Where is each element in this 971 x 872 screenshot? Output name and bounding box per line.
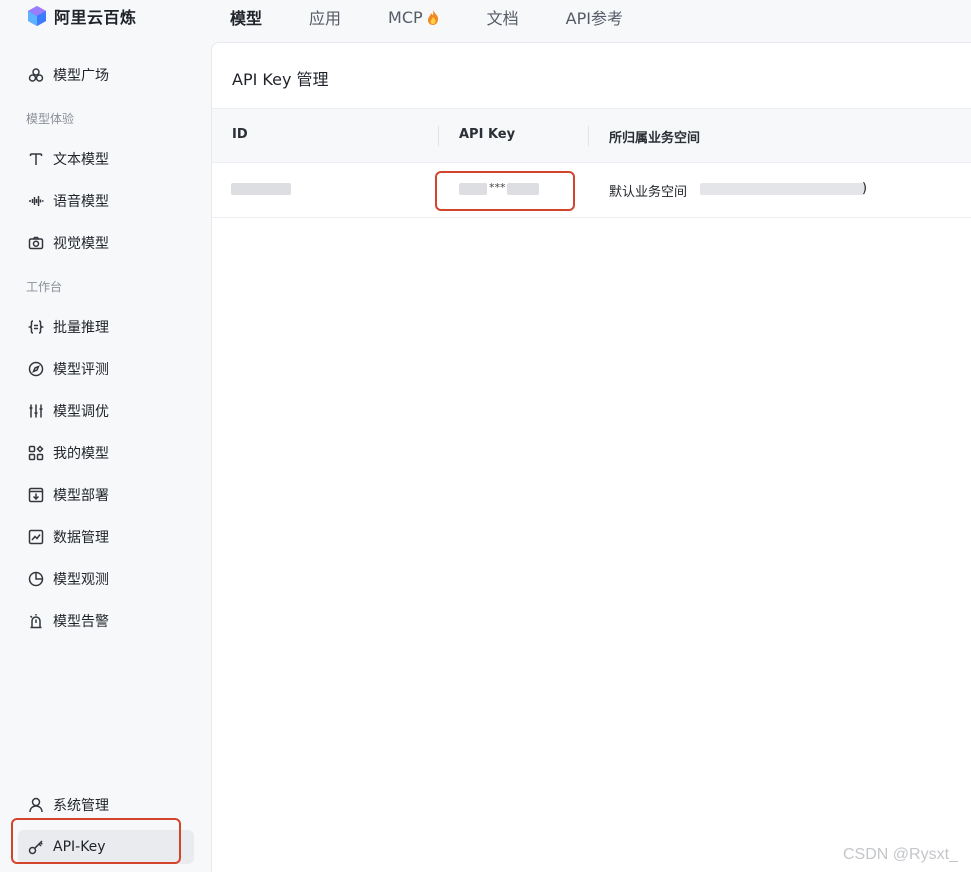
brand[interactable]: 阿里云百炼: [26, 4, 137, 28]
brand-name: 阿里云百炼: [54, 8, 137, 27]
sidebar-item-label: 系统管理: [53, 798, 109, 814]
topnav-api-reference[interactable]: API参考: [566, 5, 623, 29]
alarm-icon: [27, 612, 45, 630]
grid-icon: [27, 444, 45, 462]
sidebar-item-system-management[interactable]: 系统管理: [18, 788, 194, 822]
main-panel: API Key 管理 ID API Key 所归属业务空间 *** 默认业务空间…: [211, 42, 971, 872]
table-header: ID API Key 所归属业务空间: [212, 108, 971, 163]
user-icon: [27, 796, 45, 814]
sidebar-item-model-deploy[interactable]: 模型部署: [18, 478, 194, 512]
sidebar-item-model-alarm[interactable]: 模型告警: [18, 604, 194, 638]
sidebar-item-text-model[interactable]: 文本模型: [18, 142, 194, 176]
pie-icon: [27, 570, 45, 588]
text-icon: [27, 150, 45, 168]
sidebar-item-label: 语音模型: [53, 194, 109, 210]
sidebar-item-audio-model[interactable]: 语音模型: [18, 184, 194, 218]
workspace-suffix: ): [862, 181, 868, 196]
sidebar-item-label: 我的模型: [53, 446, 109, 462]
sidebar-item-label: 模型部署: [53, 488, 109, 504]
redacted-key-suffix: [507, 183, 539, 195]
column-divider: [438, 126, 439, 146]
compass-icon: [27, 360, 45, 378]
sidebar-item-batch-inference[interactable]: 批量推理: [18, 310, 194, 344]
sidebar-item-model-tuning[interactable]: 模型调优: [18, 394, 194, 428]
sidebar-item-data-management[interactable]: 数据管理: [18, 520, 194, 554]
audio-wave-icon: [27, 192, 45, 210]
sidebar-item-label: 数据管理: [53, 530, 109, 546]
sidebar-item-label: 文本模型: [53, 152, 109, 168]
chart-icon: [27, 528, 45, 546]
sidebar-item-label: 模型调优: [53, 404, 109, 420]
sidebar-group-title: 模型体验: [26, 112, 75, 126]
redacted-workspace-id: [700, 183, 865, 195]
page-title: API Key 管理: [232, 70, 329, 89]
camera-icon: [27, 234, 45, 252]
redacted-key-prefix: [459, 183, 487, 195]
sidebar-item-label: 模型评测: [53, 362, 109, 378]
sidebar-group-title: 工作台: [26, 280, 63, 294]
watermark: CSDN @Rysxt_: [843, 846, 958, 863]
topnav-apps[interactable]: 应用: [309, 5, 341, 29]
column-divider: [588, 126, 589, 146]
sidebar-item-model-square[interactable]: 模型广场: [18, 58, 194, 92]
topnav-models[interactable]: 模型: [230, 5, 262, 29]
top-bar: 阿里云百炼 模型 应用 MCP 文档 API参考: [0, 0, 971, 40]
brand-logo-icon: [28, 6, 46, 26]
sliders-icon: [27, 402, 45, 420]
cluster-icon: [27, 66, 45, 84]
sidebar-item-label: 模型观测: [53, 572, 109, 588]
column-header-workspace[interactable]: 所归属业务空间: [609, 127, 700, 146]
sidebar-item-model-eval[interactable]: 模型评测: [18, 352, 194, 386]
sidebar-item-label: 批量推理: [53, 320, 109, 336]
api-key-masked[interactable]: ***: [489, 181, 506, 194]
topnav-mcp[interactable]: MCP: [388, 5, 440, 29]
download-box-icon: [27, 486, 45, 504]
braces-icon: [27, 318, 45, 336]
column-header-id[interactable]: ID: [232, 127, 248, 142]
sidebar-item-my-models[interactable]: 我的模型: [18, 436, 194, 470]
sidebar-item-label: 视觉模型: [53, 236, 109, 252]
top-nav: 模型 应用 MCP 文档 API参考: [230, 5, 670, 29]
sidebar-item-label: 模型告警: [53, 614, 109, 630]
topnav-docs[interactable]: 文档: [487, 5, 519, 29]
sidebar-item-label: 模型广场: [53, 68, 109, 84]
redacted-id: [231, 183, 291, 195]
sidebar-item-model-observe[interactable]: 模型观测: [18, 562, 194, 596]
topnav-mcp-label: MCP: [388, 7, 423, 27]
sidebar-item-vision-model[interactable]: 视觉模型: [18, 226, 194, 260]
table-row[interactable]: *** 默认业务空间 ): [212, 163, 971, 218]
sidebar: 模型广场 模型体验 文本模型 语音模型 视觉模型 工作台 批量推理 模型评测 模…: [2, 42, 210, 872]
column-header-api-key[interactable]: API Key: [459, 127, 515, 142]
highlight-box: [11, 818, 181, 864]
workspace-name: 默认业务空间: [609, 185, 688, 200]
flame-icon: [427, 9, 438, 25]
